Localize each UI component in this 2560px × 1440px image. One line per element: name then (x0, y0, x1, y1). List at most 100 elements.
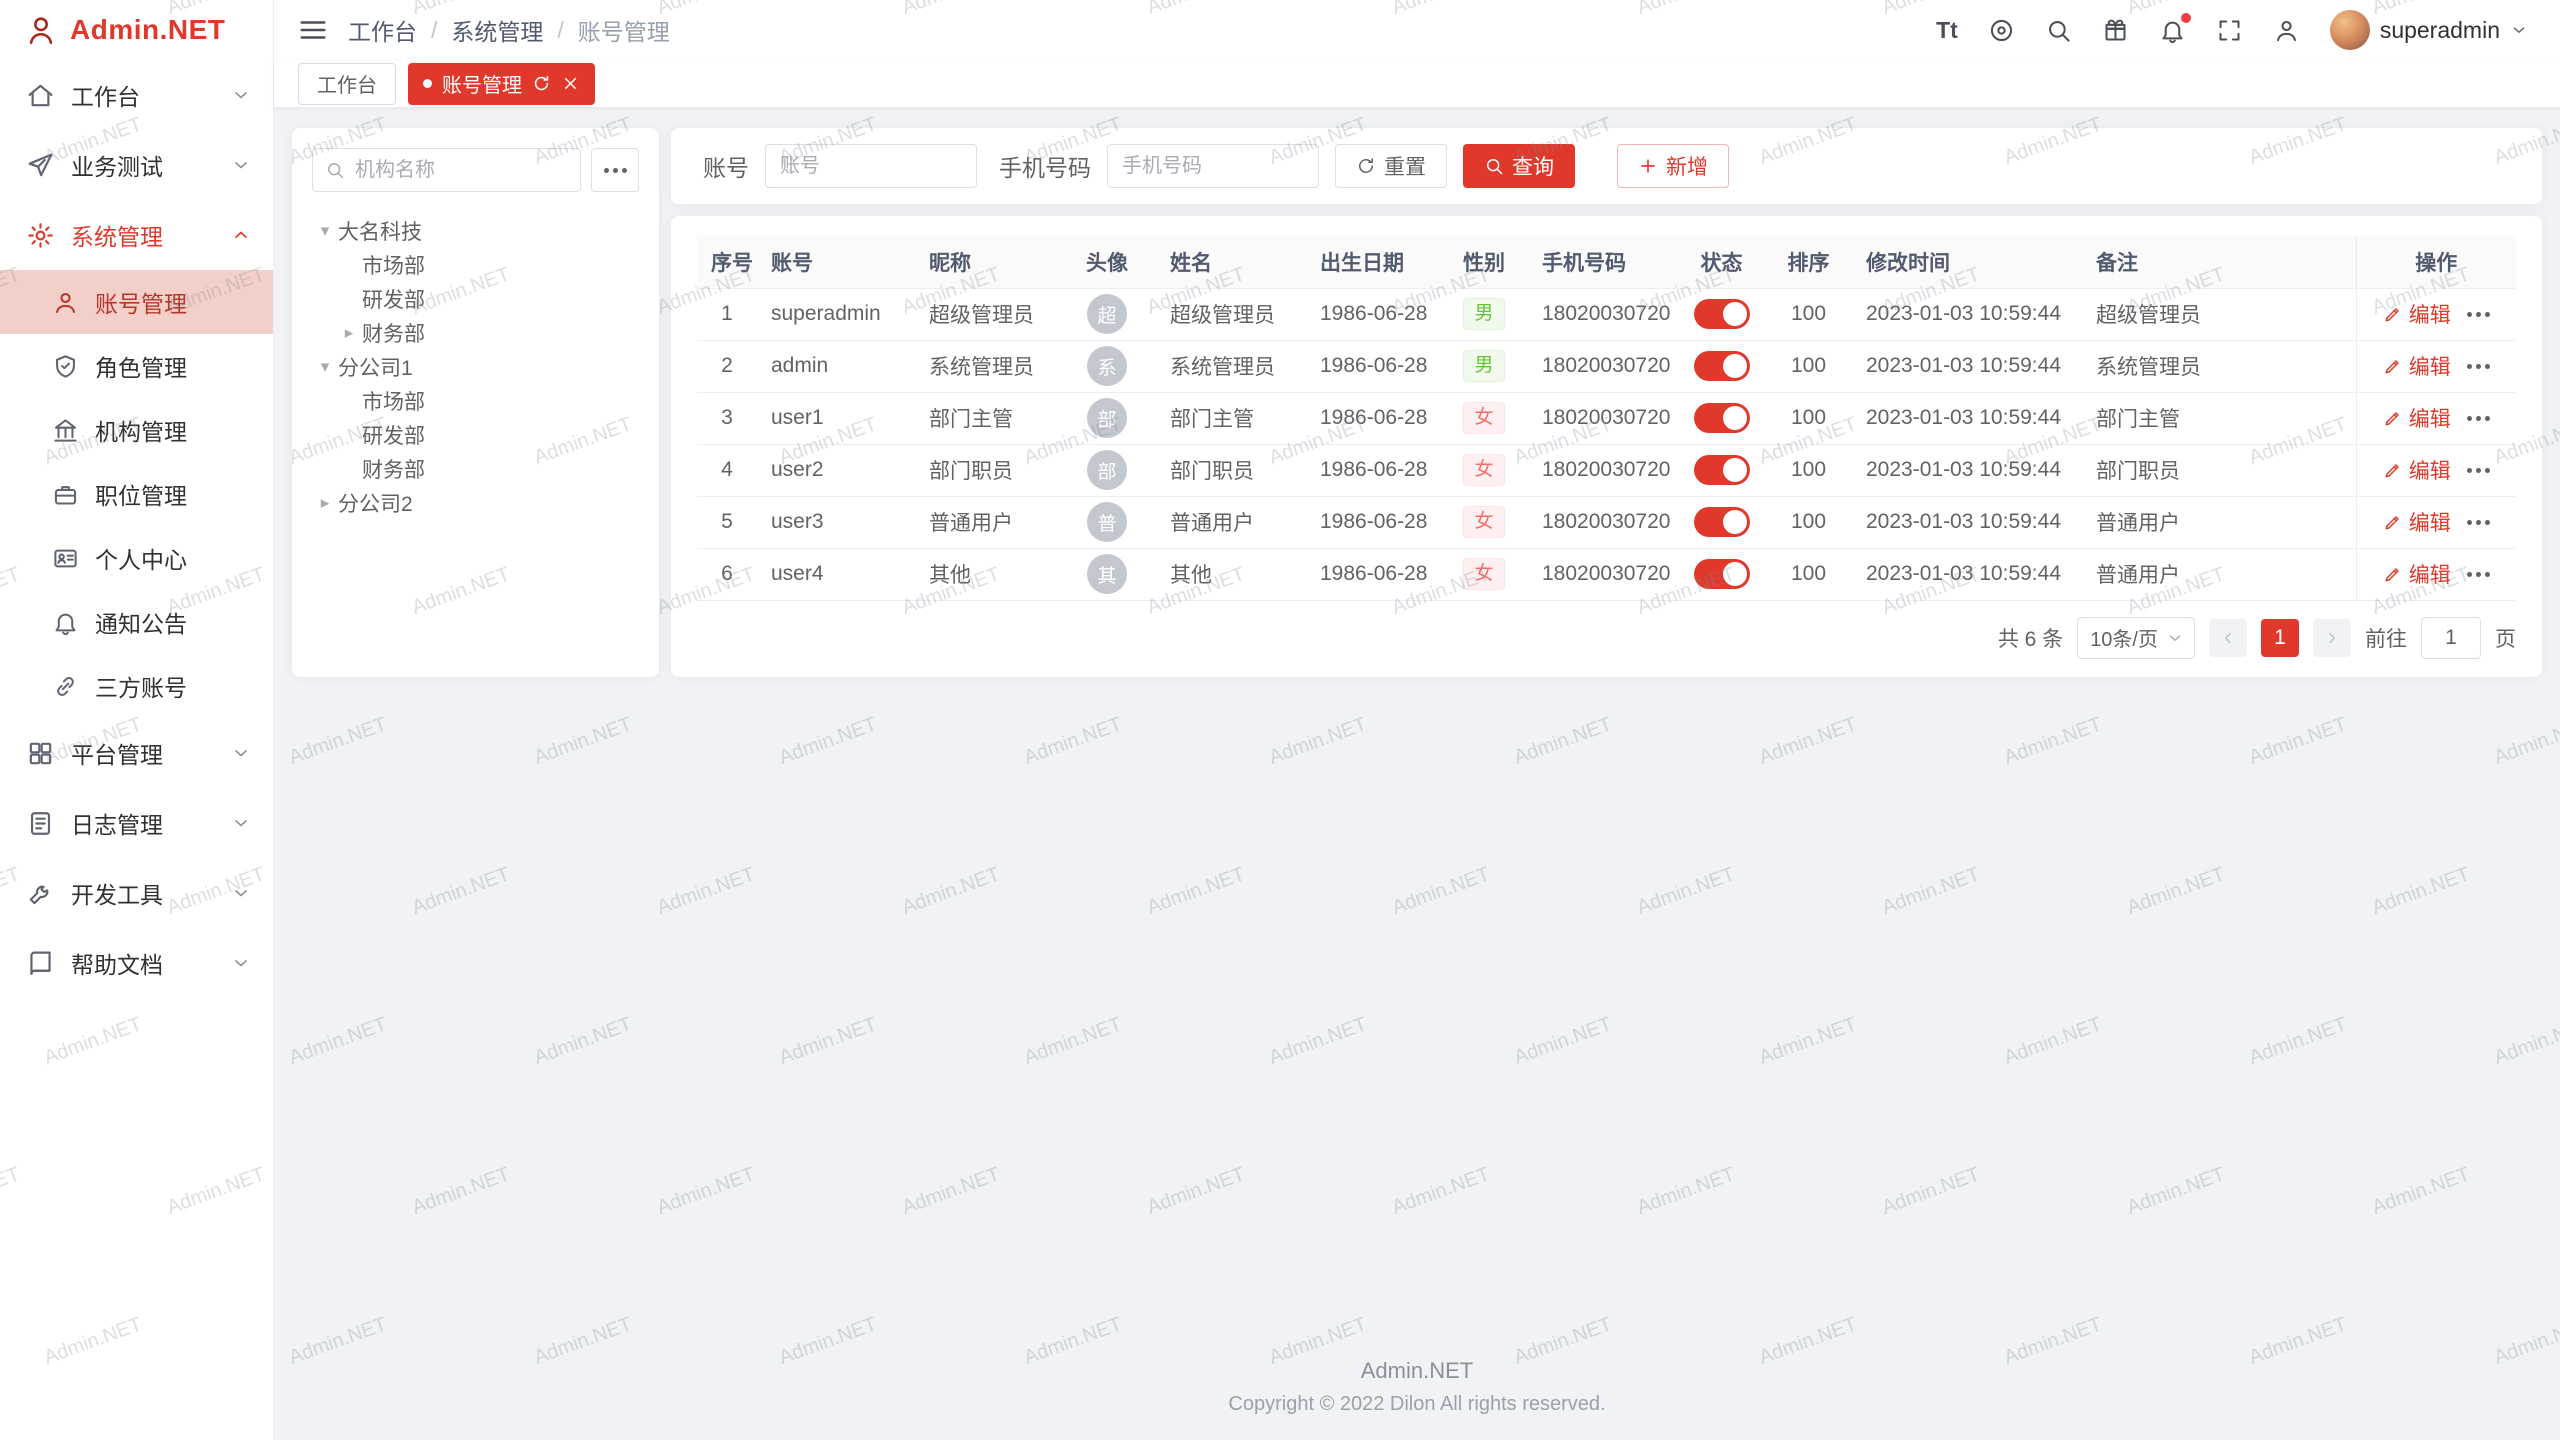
refresh-icon[interactable] (532, 74, 551, 93)
caret-expanded-icon[interactable]: ▾ (312, 357, 338, 377)
sidebar-item-role-management[interactable]: 角色管理 (0, 334, 273, 398)
tree-node[interactable]: 研发部 (312, 418, 639, 452)
tree-node[interactable]: ▸财务部 (312, 316, 639, 350)
edit-button[interactable]: 编辑 (2383, 403, 2451, 433)
caret-collapsed-icon[interactable]: ▸ (312, 493, 338, 513)
gender-badge: 男 (1463, 350, 1504, 382)
prev-page-button[interactable] (2209, 619, 2247, 657)
account-field (765, 144, 977, 188)
search-icon[interactable] (2045, 17, 2072, 44)
col-header-modified: 修改时间 (1852, 236, 2082, 288)
sidebar-item-account-management[interactable]: 账号管理 (0, 270, 273, 334)
add-button[interactable]: 新增 (1617, 144, 1729, 188)
page-size-select[interactable]: 10条/页 (2077, 617, 2195, 659)
next-page-button[interactable] (2313, 619, 2351, 657)
more-actions-button[interactable] (2467, 520, 2490, 525)
user-menu[interactable]: superadmin (2330, 10, 2528, 50)
cell-nickname: 系统管理员 (915, 340, 1058, 392)
phone-input[interactable] (1120, 154, 1306, 179)
avatar: 超 (1087, 294, 1127, 334)
refresh-icon (1356, 156, 1376, 176)
tab-account-management[interactable]: 账号管理 (408, 63, 595, 105)
edit-button[interactable]: 编辑 (2383, 455, 2451, 485)
account-input[interactable] (778, 154, 964, 179)
cell-status (1678, 496, 1765, 548)
close-icon[interactable] (561, 74, 580, 93)
status-toggle[interactable] (1694, 507, 1750, 537)
sidebar-item-org-management[interactable]: 机构管理 (0, 398, 273, 462)
org-tree-panel: ▾大名科技 市场部 研发部 ▸财务部 ▾分公司1 市场部 研发部 财务部 ▸分公… (292, 128, 659, 677)
pencil-icon (2383, 460, 2403, 480)
sidebar-item-help-docs[interactable]: 帮助文档 (0, 928, 273, 998)
cell-avatar: 普 (1058, 496, 1156, 548)
tree-node[interactable]: ▾分公司1 (312, 350, 639, 384)
menu-collapse-icon[interactable] (298, 15, 328, 45)
caret-collapsed-icon[interactable]: ▸ (336, 323, 362, 343)
user-icon (52, 289, 79, 316)
sidebar-item-workbench[interactable]: 工作台 (0, 60, 273, 130)
sidebar-item-system-management[interactable]: 系统管理 (0, 200, 273, 270)
sidebar-item-label: 日志管理 (71, 806, 215, 840)
more-actions-button[interactable] (2467, 572, 2490, 577)
sidebar-item-label: 业务测试 (71, 148, 215, 182)
sidebar-item-position-management[interactable]: 职位管理 (0, 462, 273, 526)
sidebar-item-thirdparty-account[interactable]: 三方账号 (0, 654, 273, 718)
goto-page-input[interactable] (2421, 617, 2481, 659)
tree-node[interactable]: 财务部 (312, 452, 639, 486)
status-toggle[interactable] (1694, 403, 1750, 433)
table-row: 6 user4 其他 其 其他 1986-06-28 女 18020030720 (697, 548, 2516, 600)
tree-node[interactable]: 市场部 (312, 248, 639, 282)
breadcrumb-separator: / (431, 17, 437, 44)
breadcrumb-item[interactable]: 工作台 (348, 13, 417, 47)
tree-node[interactable]: ▾大名科技 (312, 214, 639, 248)
page-number-button[interactable]: 1 (2261, 619, 2299, 657)
sidebar-item-log-management[interactable]: 日志管理 (0, 788, 273, 858)
wrench-icon (26, 879, 55, 908)
sidebar-item-personal-center[interactable]: 个人中心 (0, 526, 273, 590)
more-actions-button[interactable] (2467, 468, 2490, 473)
status-toggle[interactable] (1694, 351, 1750, 381)
more-actions-button[interactable] (2467, 312, 2490, 317)
tree-node[interactable]: ▸分公司2 (312, 486, 639, 520)
more-actions-button[interactable] (2467, 364, 2490, 369)
reset-button[interactable]: 重置 (1335, 144, 1447, 188)
theme-icon[interactable] (2102, 17, 2129, 44)
pencil-icon (2383, 512, 2403, 532)
status-toggle[interactable] (1694, 455, 1750, 485)
cell-status (1678, 340, 1765, 392)
font-size-icon[interactable]: Tt (1936, 17, 1958, 44)
edit-button[interactable]: 编辑 (2383, 351, 2451, 381)
briefcase-icon (52, 481, 79, 508)
search-button[interactable]: 查询 (1463, 144, 1575, 188)
more-actions-button[interactable] (2467, 416, 2490, 421)
caret-expanded-icon[interactable]: ▾ (312, 221, 338, 241)
tree-node-label: 分公司1 (338, 352, 413, 382)
tab-workbench[interactable]: 工作台 (298, 63, 396, 105)
cell-birthdate: 1986-06-28 (1306, 340, 1440, 392)
cell-order: 100 (1765, 444, 1852, 496)
bell-icon (52, 609, 79, 636)
edit-button[interactable]: 编辑 (2383, 559, 2451, 589)
sidebar-item-notice-announcement[interactable]: 通知公告 (0, 590, 273, 654)
sidebar-item-platform-management[interactable]: 平台管理 (0, 718, 273, 788)
sidebar-item-business-test[interactable]: 业务测试 (0, 130, 273, 200)
breadcrumb-item[interactable]: 系统管理 (451, 13, 543, 47)
status-toggle[interactable] (1694, 299, 1750, 329)
layout-config-icon[interactable] (1988, 17, 2015, 44)
cell-order: 100 (1765, 392, 1852, 444)
edit-button[interactable]: 编辑 (2383, 299, 2451, 329)
app-logo[interactable]: Admin.NET (0, 0, 273, 60)
tab-label: 工作台 (317, 69, 377, 98)
tree-node[interactable]: 市场部 (312, 384, 639, 418)
tree-node[interactable]: 研发部 (312, 282, 639, 316)
tree-more-button[interactable] (591, 148, 639, 192)
org-search-input[interactable] (353, 158, 568, 183)
notification-bell-icon[interactable] (2159, 17, 2186, 44)
account-icon[interactable] (2273, 17, 2300, 44)
sidebar-item-dev-tools[interactable]: 开发工具 (0, 858, 273, 928)
cell-birthdate: 1986-06-28 (1306, 548, 1440, 600)
cell-actions: 编辑 (2356, 340, 2516, 392)
fullscreen-icon[interactable] (2216, 17, 2243, 44)
status-toggle[interactable] (1694, 559, 1750, 589)
edit-button[interactable]: 编辑 (2383, 507, 2451, 537)
